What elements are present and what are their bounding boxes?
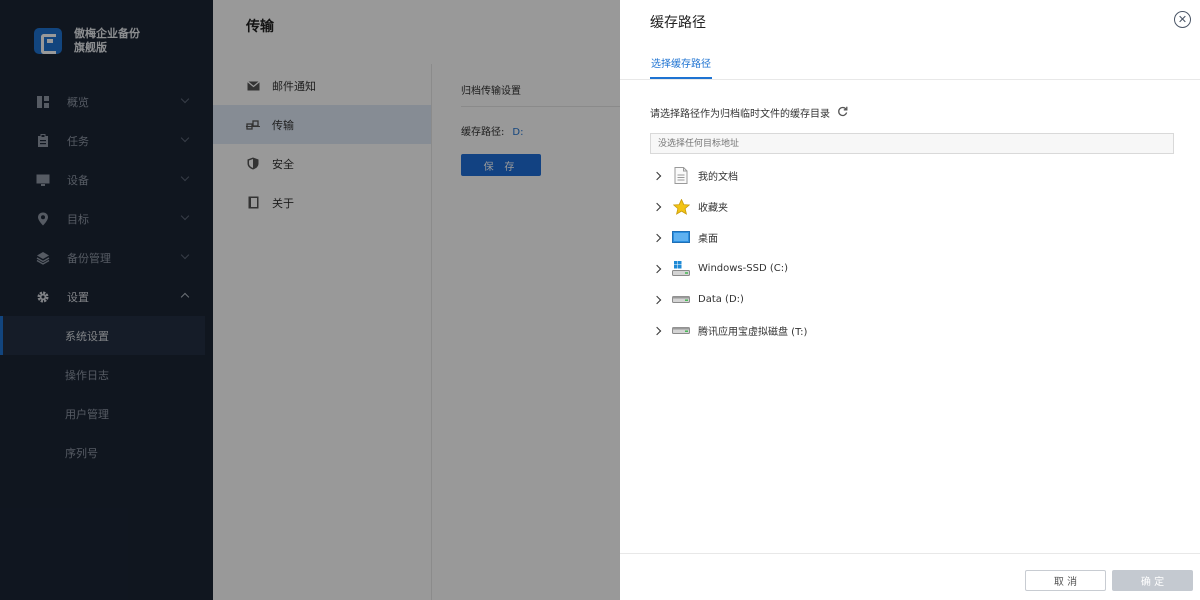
drawer-title: 缓存路径 (650, 15, 706, 31)
folder-tree: 我的文档 收藏夹 桌面 Windows-SSD (C:) Data (D:) 腾… (650, 160, 1170, 346)
tree-item-desktop[interactable]: 桌面 (650, 222, 1170, 253)
chevron-right-icon[interactable] (652, 326, 662, 335)
refresh-icon[interactable] (837, 106, 848, 120)
tree-item-label: 收藏夹 (698, 203, 728, 214)
cache-path-drawer: 缓存路径 ✕ 选择缓存路径 请选择路径作为归档临时文件的缓存目录 我的文档 收藏… (620, 0, 1200, 600)
tree-item-label: 桌面 (698, 234, 718, 245)
footer-divider (620, 553, 1200, 554)
chevron-right-icon[interactable] (652, 171, 662, 180)
tab-select-cache-path[interactable]: 选择缓存路径 (650, 55, 712, 79)
tree-item-documents[interactable]: 我的文档 (650, 160, 1170, 191)
tree-item-drive-t[interactable]: 腾讯应用宝虚拟磁盘 (T:) (650, 315, 1170, 346)
tab-divider (620, 79, 1200, 80)
star-icon (672, 198, 690, 215)
close-button[interactable]: ✕ (1174, 11, 1191, 28)
drive-icon (672, 323, 690, 339)
tree-item-label: 我的文档 (698, 172, 738, 183)
modal-overlay[interactable] (0, 0, 620, 600)
tree-item-drive-c[interactable]: Windows-SSD (C:) (650, 253, 1170, 284)
chevron-right-icon[interactable] (652, 202, 662, 211)
tree-item-drive-d[interactable]: Data (D:) (650, 284, 1170, 315)
windows-drive-icon (672, 261, 690, 277)
cancel-button[interactable]: 取 消 (1025, 570, 1106, 591)
chevron-right-icon[interactable] (652, 295, 662, 304)
desktop-icon (672, 230, 690, 246)
selected-path-input[interactable] (650, 133, 1174, 154)
document-icon (672, 167, 690, 184)
tree-item-label: Windows-SSD (C:) (698, 263, 788, 274)
chevron-right-icon[interactable] (652, 233, 662, 242)
tree-item-label: Data (D:) (698, 294, 744, 305)
confirm-button[interactable]: 确 定 (1112, 570, 1193, 591)
tree-item-favorites[interactable]: 收藏夹 (650, 191, 1170, 222)
tree-item-label: 腾讯应用宝虚拟磁盘 (T:) (698, 327, 808, 338)
instruction-text: 请选择路径作为归档临时文件的缓存目录 (650, 109, 830, 120)
close-icon: ✕ (1177, 13, 1188, 26)
instruction-row: 请选择路径作为归档临时文件的缓存目录 (650, 105, 848, 120)
drive-icon (672, 292, 690, 308)
chevron-right-icon[interactable] (652, 264, 662, 273)
